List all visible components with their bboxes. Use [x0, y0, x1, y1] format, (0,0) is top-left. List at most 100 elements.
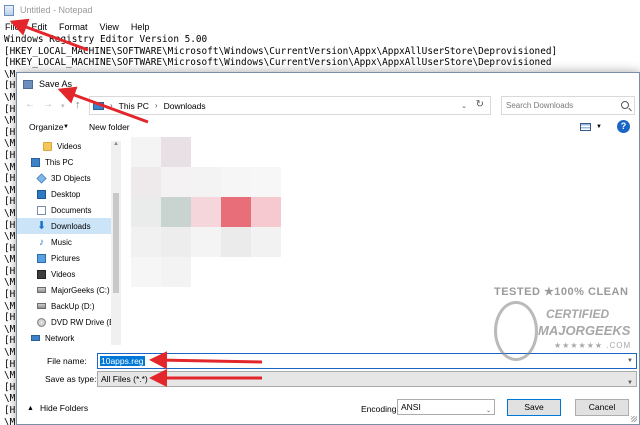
preview-tile — [161, 137, 191, 167]
help-icon[interactable]: ? — [617, 120, 630, 133]
menu-help[interactable]: Help — [131, 22, 150, 32]
breadcrumb-separator-icon[interactable]: › — [110, 101, 113, 110]
preview-tile — [161, 227, 191, 257]
address-bar[interactable]: › This PC › Downloads ⌄ ↻ — [89, 96, 491, 115]
preview-tile — [161, 167, 191, 197]
back-arrow-icon[interactable]: ← — [25, 99, 35, 111]
search-icon[interactable] — [621, 101, 629, 109]
refresh-icon[interactable]: ↻ — [476, 99, 484, 110]
save-as-type-label: Save as type: — [45, 374, 97, 384]
notepad-title: Untitled - Notepad — [20, 5, 93, 15]
preview-tile — [221, 227, 251, 257]
preview-tile — [131, 197, 161, 227]
preview-tile — [131, 137, 161, 167]
nav-item-label: Videos — [51, 269, 76, 279]
menu-view[interactable]: View — [100, 22, 119, 32]
nav-item-label: Videos — [57, 141, 82, 151]
file-name-value[interactable]: 10apps.reg — [100, 356, 145, 366]
nav-item-label: This PC — [45, 157, 74, 167]
save-as-type-select[interactable]: All Files (*.*) ▼ — [97, 371, 637, 387]
menu-edit[interactable]: Edit — [32, 22, 48, 32]
nav-item-backup-d[interactable]: BackUp (D:) — [17, 298, 121, 314]
preview-tile — [251, 227, 281, 257]
nav-item-documents[interactable]: Documents — [17, 202, 121, 218]
preview-tile — [251, 197, 281, 227]
dialog-app-icon — [23, 79, 33, 89]
preview-tile — [221, 197, 251, 227]
nav-item-label: DVD RW Drive (E — [51, 317, 115, 327]
nav-item-desktop[interactable]: Desktop — [17, 186, 121, 202]
search-input[interactable]: Search Downloads — [501, 96, 635, 115]
nav-item-dvd-rw-drive-e[interactable]: DVD RW Drive (E — [17, 314, 121, 330]
computer-icon — [31, 157, 40, 167]
preview-tile — [251, 167, 281, 197]
save-as-type-row: Save as type: All Files (*.*) ▼ — [17, 371, 639, 387]
address-row: ← → ▾ ↑ › This PC › Downloads ⌄ ↻ Search… — [17, 95, 639, 115]
navigation-pane: Videos This PC 3D Objects Desktop Documents ⬇… — [17, 137, 121, 347]
nav-item-videos[interactable]: Videos — [17, 138, 121, 154]
nav-item-music[interactable]: ♪ Music — [17, 234, 121, 250]
nav-item-label: 3D Objects — [51, 173, 91, 183]
nav-item-videos[interactable]: Videos — [17, 266, 121, 282]
recent-locations-chevron-icon[interactable]: ▾ — [61, 101, 65, 113]
nav-item-downloads[interactable]: ⬇ Downloads — [17, 218, 121, 234]
scrollbar-thumb[interactable] — [113, 193, 119, 293]
preview-tile — [191, 227, 221, 257]
breadcrumb-this-pc[interactable]: This PC — [119, 101, 149, 111]
hide-folders-label: Hide Folders — [39, 403, 89, 413]
hide-folders-button[interactable]: ▲ Hide Folders — [27, 403, 88, 413]
folder-icon — [43, 141, 52, 151]
menu-file[interactable]: File — [5, 22, 20, 32]
preview-tile — [191, 167, 221, 197]
address-dropdown-chevron-icon[interactable]: ⌄ — [461, 102, 467, 110]
chevron-down-icon[interactable]: ▼ — [627, 376, 633, 390]
up-arrow-icon[interactable]: ↑ — [75, 99, 81, 111]
disc-icon — [37, 317, 46, 327]
cube-icon — [36, 172, 47, 184]
nav-item-label: Desktop — [51, 189, 81, 199]
dialog-title: Save As — [39, 79, 73, 89]
organize-button[interactable]: Organize — [29, 122, 64, 132]
nav-item-network[interactable]: Network — [17, 330, 121, 346]
watermark-majorgeeks: MAJORGEEKS — [538, 323, 631, 338]
watermark-seal-icon — [494, 301, 538, 361]
save-button[interactable]: Save — [507, 399, 561, 416]
search-placeholder: Search Downloads — [506, 101, 574, 110]
dialog-titlebar: Save As — [17, 73, 639, 95]
nav-item-label: MajorGeeks (C:) — [51, 285, 110, 295]
breadcrumb-downloads[interactable]: Downloads — [164, 101, 206, 111]
picture-icon — [37, 253, 46, 263]
resize-grip-icon[interactable] — [631, 416, 637, 422]
new-folder-button[interactable]: New folder — [89, 122, 130, 132]
computer-icon — [93, 101, 104, 110]
drive-icon — [37, 303, 46, 309]
breadcrumb-separator-icon[interactable]: › — [155, 101, 158, 110]
preview-tile — [161, 257, 191, 287]
nav-item-3d-objects[interactable]: 3D Objects — [17, 170, 121, 186]
cancel-button[interactable]: Cancel — [575, 399, 629, 416]
chevron-down-icon[interactable]: ⌄ — [486, 404, 491, 418]
forward-arrow-icon[interactable]: → — [43, 99, 53, 111]
nav-item-label: Pictures — [51, 253, 80, 263]
navigation-scrollbar[interactable]: ▲ — [111, 141, 121, 345]
watermark-tested: TESTED ★100% CLEAN — [494, 286, 629, 298]
encoding-select[interactable]: ANSI ⌄ — [397, 399, 495, 415]
film-icon — [37, 269, 46, 279]
nav-item-label: Documents — [51, 205, 92, 215]
chevron-down-icon[interactable]: ▼ — [596, 124, 602, 130]
nav-item-pictures[interactable]: Pictures — [17, 250, 121, 266]
notepad-titlebar: Untitled - Notepad — [0, 0, 640, 20]
nav-item-majorgeeks-c[interactable]: MajorGeeks (C:) — [17, 282, 121, 298]
nav-item-this-pc[interactable]: This PC — [17, 154, 121, 170]
majorgeeks-watermark: TESTED ★100% CLEAN CERTIFIED MAJORGEEKS … — [494, 285, 636, 371]
desktop-icon — [37, 189, 46, 199]
view-options-icon[interactable] — [580, 123, 591, 131]
notepad-menubar: File Edit Format View Help — [0, 20, 640, 34]
dialog-footer: ▲ Hide Folders Encoding: ANSI ⌄ Save Can… — [17, 395, 639, 425]
nav-item-label: Music — [51, 237, 72, 247]
menu-format[interactable]: Format — [59, 22, 88, 32]
dialog-toolbar: Organize ▼ New folder ▼ ? — [17, 119, 639, 137]
nav-item-label: Network — [45, 333, 75, 343]
scroll-up-icon[interactable]: ▲ — [113, 141, 119, 147]
chevron-down-icon[interactable]: ▼ — [63, 124, 69, 130]
